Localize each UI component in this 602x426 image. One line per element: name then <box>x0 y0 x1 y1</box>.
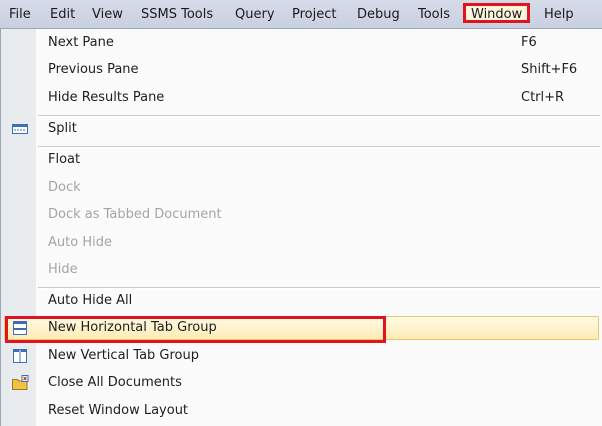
menu-item-hide-results-pane[interactable]: Hide Results Pane Ctrl+R <box>1 85 602 112</box>
menu-edit[interactable]: Edit <box>50 6 75 23</box>
annotation-highlight-box <box>5 316 386 343</box>
menu-item-float[interactable]: Float <box>1 147 602 174</box>
menu-item-label: Reset Window Layout <box>48 403 189 418</box>
folder-close-icon <box>11 375 29 391</box>
menu-item-previous-pane[interactable]: Previous Pane Shift+F6 <box>1 57 602 84</box>
menu-item-auto-hide: Auto Hide <box>1 230 602 257</box>
menu-tools[interactable]: Tools <box>418 6 450 23</box>
menu-item-auto-hide-all[interactable]: Auto Hide All <box>1 288 602 315</box>
menu-item-shortcut: F6 <box>521 35 537 50</box>
menu-item-new-horizontal-tab-group[interactable]: New Horizontal Tab Group <box>1 315 602 343</box>
menu-item-label: Auto Hide All <box>48 293 133 308</box>
vertical-tab-group-icon <box>11 348 29 364</box>
menu-debug[interactable]: Debug <box>357 6 400 23</box>
menu-item-label: Previous Pane <box>48 62 139 77</box>
menu-bar: File Edit View SSMS Tools Query Project … <box>0 0 602 28</box>
menu-item-label: Dock <box>48 180 81 195</box>
menu-ssms-tools[interactable]: SSMS Tools <box>141 6 213 23</box>
menu-help[interactable]: Help <box>544 6 574 23</box>
menu-item-close-all-documents[interactable]: Close All Documents <box>1 370 602 397</box>
menu-item-label: Close All Documents <box>48 375 182 390</box>
menu-item-label: Next Pane <box>48 35 114 50</box>
menu-item-label: Split <box>48 121 77 136</box>
menu-window[interactable]: Window <box>463 3 531 23</box>
menu-item-label: Dock as Tabbed Document <box>48 207 222 222</box>
menu-view[interactable]: View <box>92 6 123 23</box>
menu-project[interactable]: Project <box>292 6 336 23</box>
menu-item-hide: Hide <box>1 257 602 284</box>
menu-item-label: Auto Hide <box>48 235 112 250</box>
menu-item-shortcut: Shift+F6 <box>521 62 578 77</box>
menu-item-new-vertical-tab-group[interactable]: New Vertical Tab Group <box>1 343 602 370</box>
menu-item-dock-as-tabbed-document: Dock as Tabbed Document <box>1 202 602 229</box>
menu-file[interactable]: File <box>9 6 31 23</box>
window-menu-dropdown: Next Pane F6 Previous Pane Shift+F6 Hide… <box>0 28 602 426</box>
menu-item-label: Hide Results Pane <box>48 90 165 105</box>
menu-item-label: Float <box>48 152 81 167</box>
menu-item-reset-window-layout[interactable]: Reset Window Layout <box>1 398 602 425</box>
menu-item-split[interactable]: Split <box>1 116 602 143</box>
menu-item-next-pane[interactable]: Next Pane F6 <box>1 30 602 57</box>
menu-item-label: Hide <box>48 262 78 277</box>
menu-item-label: New Vertical Tab Group <box>48 348 199 363</box>
menu-item-dock: Dock <box>1 175 602 202</box>
menu-query[interactable]: Query <box>235 6 275 23</box>
split-window-icon <box>11 121 29 137</box>
menu-item-shortcut: Ctrl+R <box>521 90 565 105</box>
